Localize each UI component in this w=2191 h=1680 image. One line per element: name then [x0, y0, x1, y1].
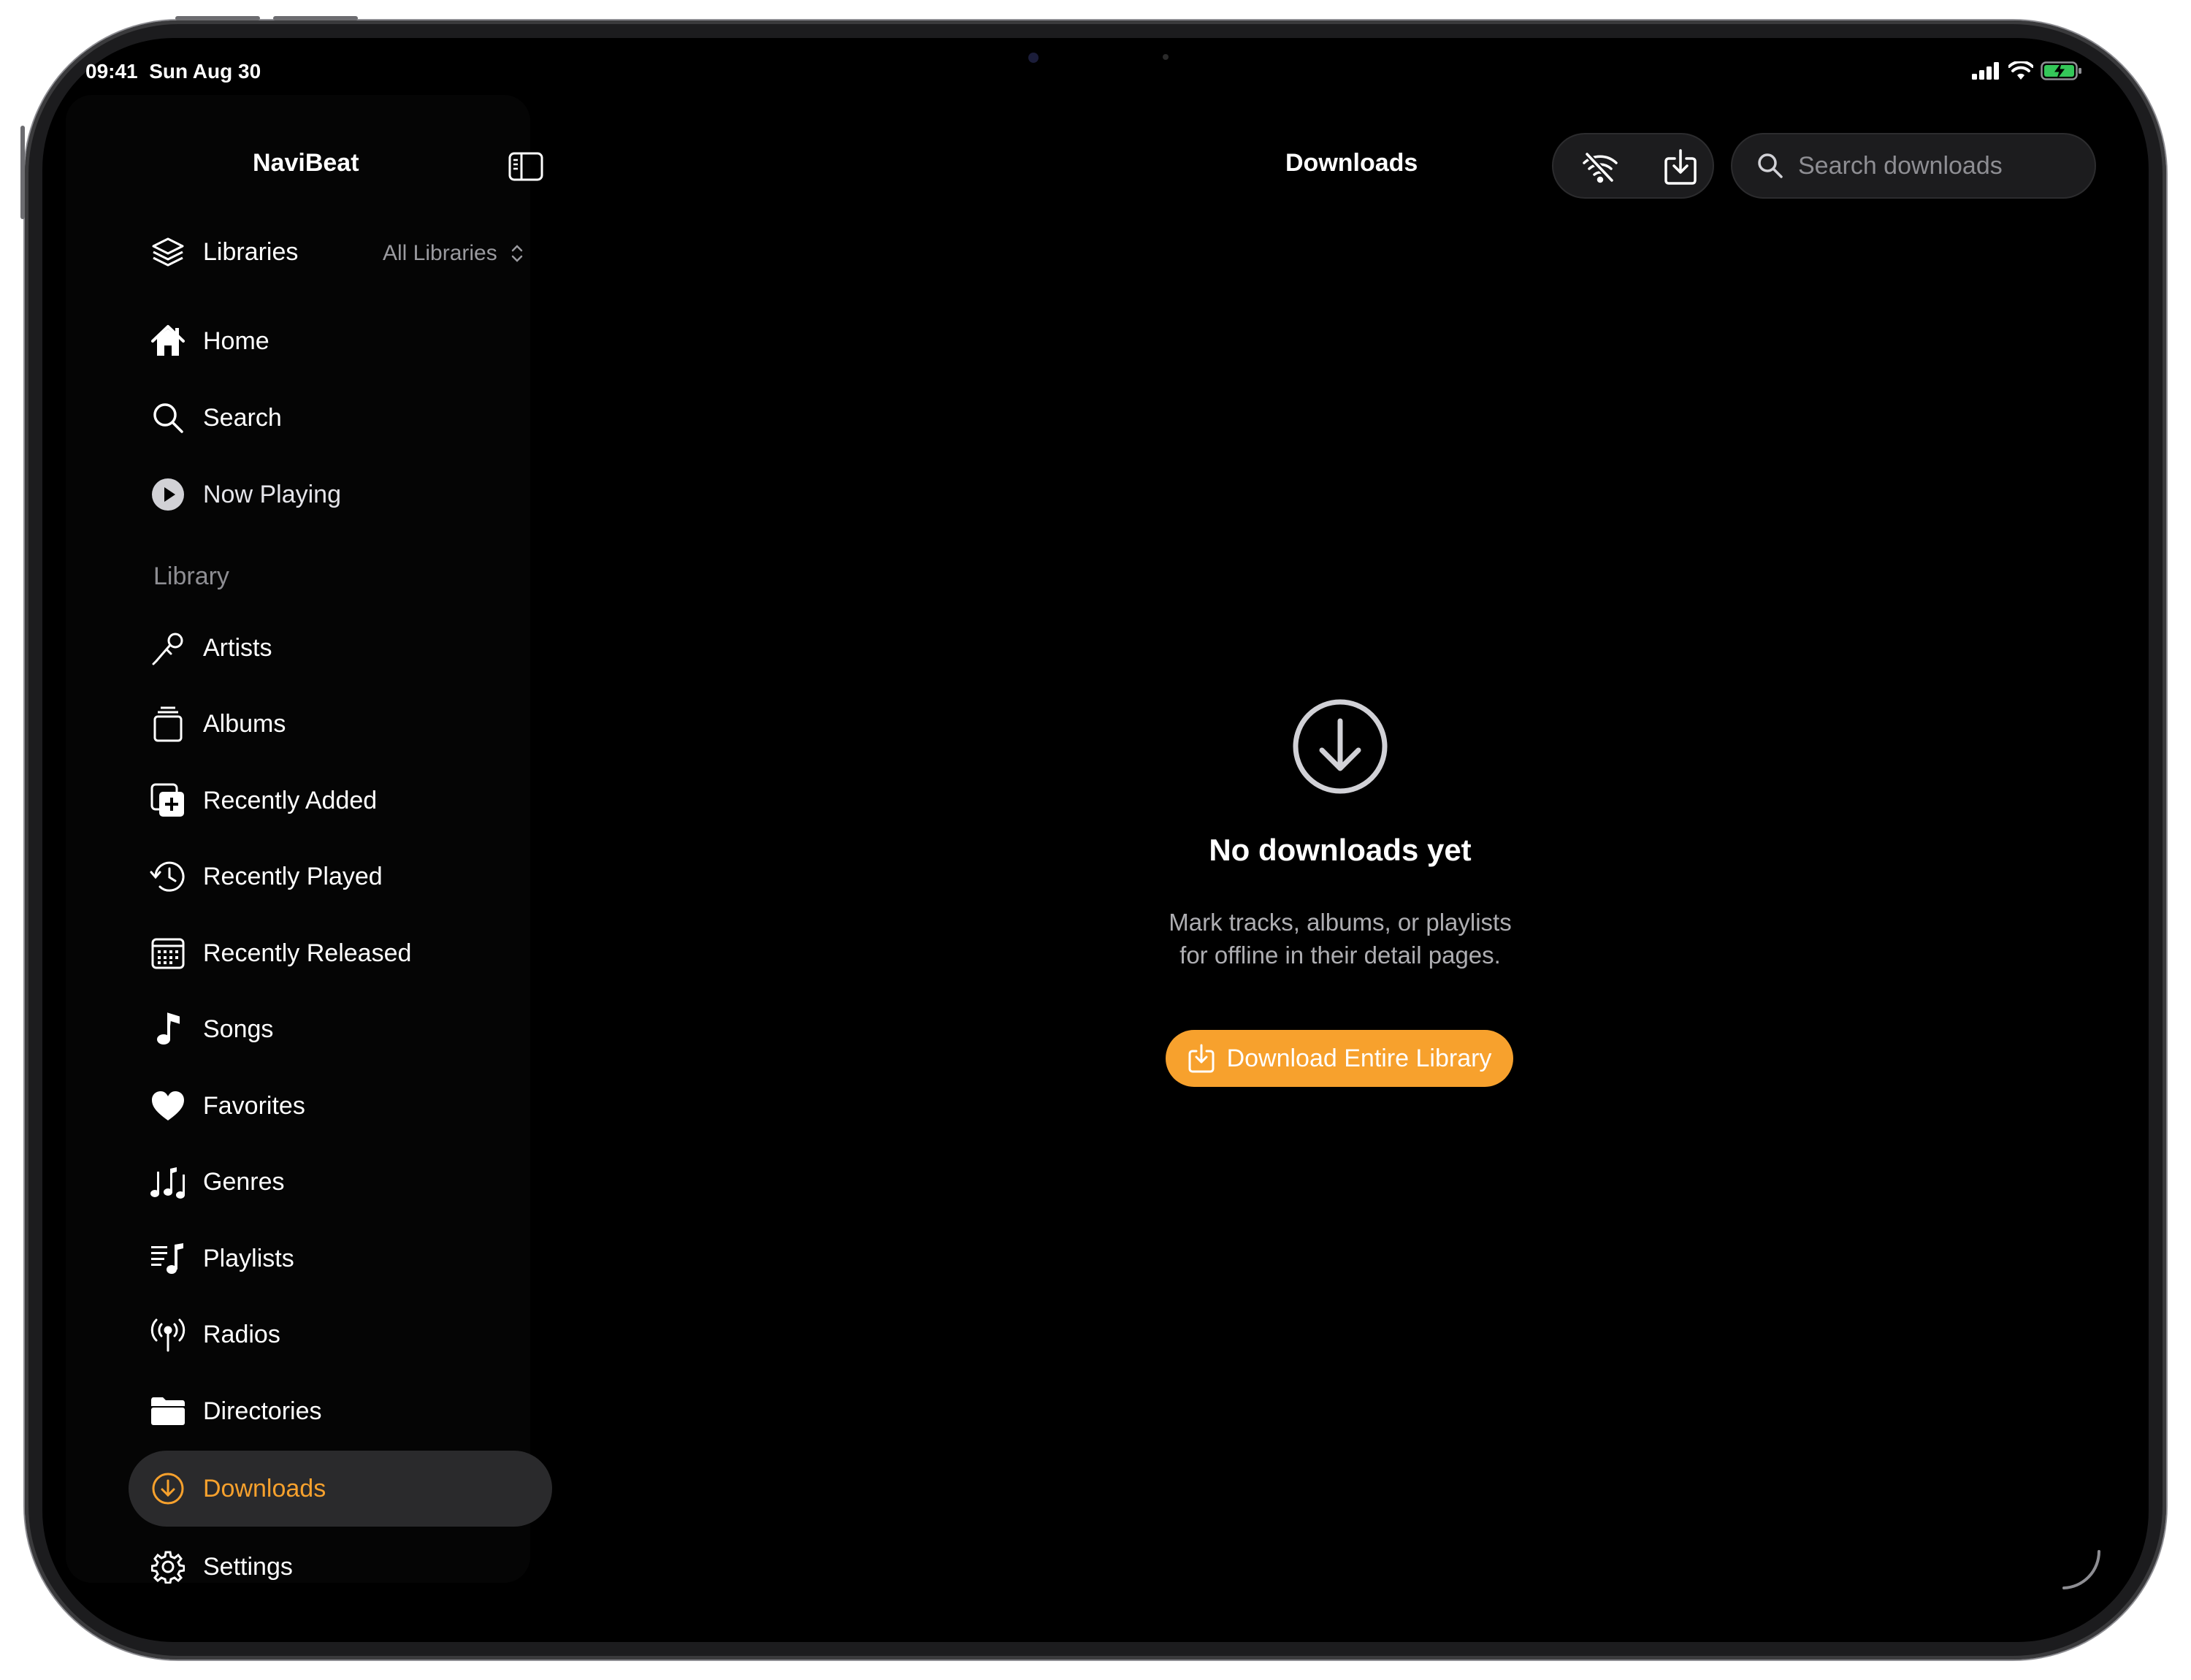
antenna-icon	[149, 1316, 187, 1353]
sidebar-item-label: Search	[203, 403, 282, 432]
magnifier-icon	[149, 399, 187, 437]
empty-state-description-line1: Mark tracks, albums, or playlists	[1169, 909, 1512, 936]
play-circle-icon	[149, 476, 187, 513]
sidebar-item-label: Radios	[203, 1320, 280, 1348]
top-button-2	[273, 16, 358, 20]
download-entire-library-label: Download Entire Library	[1226, 1044, 1492, 1072]
sidebar-item-label: Favorites	[203, 1091, 305, 1120]
music-note-icon	[149, 1010, 187, 1048]
sidebar-item-label: Songs	[203, 1015, 274, 1043]
empty-state-title: No downloads yet	[1209, 833, 1472, 867]
top-button-1	[175, 16, 260, 20]
music-notes-icon	[149, 1163, 187, 1201]
libraries-label: Libraries	[203, 237, 299, 266]
empty-state-description: Mark tracks, albums, or playlists for of…	[1052, 906, 1629, 971]
sidebar-item-recently-released[interactable]: Recently Released	[149, 928, 411, 979]
sidebar-item-downloads[interactable]: Downloads	[149, 1463, 326, 1514]
tray-download-icon	[1188, 1044, 1215, 1073]
album-stack-icon	[149, 705, 187, 743]
sidebar-item-label: Genres	[203, 1167, 285, 1196]
sidebar-clip: Settings	[102, 1532, 540, 1589]
download-circle-large-icon	[1293, 699, 1388, 794]
recently-added-icon	[149, 782, 187, 820]
wifi-icon	[2008, 61, 2033, 80]
sidebar-item-label: Artists	[203, 633, 272, 662]
house-icon	[149, 322, 187, 360]
battery-charging-icon	[2041, 61, 2081, 80]
empty-state-description-line2: for offline in their detail pages.	[1179, 942, 1501, 969]
download-entire-library-button[interactable]: Download Entire Library	[1166, 1030, 1513, 1087]
sidebar-item-label: Now Playing	[203, 480, 341, 508]
sidebar-item-home[interactable]: Home	[149, 316, 269, 367]
sidebar-item-label: Home	[203, 327, 269, 355]
tray-download-icon	[1664, 149, 1697, 185]
calendar-icon	[149, 934, 187, 972]
library-selector[interactable]: All Libraries	[383, 235, 527, 272]
sidebar-item-now-playing[interactable]: Now Playing	[149, 469, 341, 520]
sidebar-panel	[66, 95, 530, 1583]
sidebar-item-favorites[interactable]: Favorites	[149, 1080, 305, 1131]
search-input[interactable]	[1797, 150, 2084, 181]
sidebar-item-label: Playlists	[203, 1244, 294, 1272]
library-section-title: Library	[153, 562, 229, 590]
side-button	[20, 126, 25, 219]
download-circle-icon	[149, 1470, 187, 1508]
page-title: Downloads	[1285, 149, 1418, 177]
download-queue-button[interactable]	[1657, 144, 1704, 191]
sidebar-item-genres[interactable]: Genres	[149, 1156, 285, 1207]
heart-icon	[149, 1087, 187, 1125]
sidebar-item-albums[interactable]: Albums	[149, 698, 286, 749]
sidebar-item-playlists[interactable]: Playlists	[149, 1233, 294, 1284]
sidebar-item-label: Directories	[203, 1397, 322, 1425]
history-icon	[149, 858, 187, 896]
sidebar-item-directories[interactable]: Directories	[149, 1386, 321, 1437]
sidebar-item-songs[interactable]: Songs	[149, 1004, 273, 1055]
status-date: Sun Aug 30	[149, 60, 261, 83]
offline-toggle-button[interactable]	[1577, 144, 1624, 191]
sidebar-item-label: Settings	[203, 1552, 293, 1581]
chevron-updown-icon	[511, 245, 522, 262]
microphone-icon	[149, 629, 187, 667]
sidebar-item-recently-played[interactable]: Recently Played	[149, 851, 383, 902]
camera-dot	[1163, 54, 1169, 60]
search-field[interactable]	[1731, 133, 2096, 199]
sidebar-toggle-button[interactable]	[508, 152, 543, 181]
sidebar-item-radios[interactable]: Radios	[149, 1309, 280, 1360]
sidebar-item-label: Albums	[203, 709, 286, 738]
toolbar-pill	[1552, 133, 1714, 199]
sidebar-item-artists[interactable]: Artists	[149, 622, 272, 673]
sidebar-item-recently-added[interactable]: Recently Added	[149, 775, 377, 826]
status-time: 09:41 Sun Aug 30	[85, 60, 261, 83]
libraries-row[interactable]: Libraries	[149, 226, 298, 278]
layers-icon	[149, 233, 187, 271]
folder-icon	[149, 1392, 187, 1430]
sidebar-item-label: Recently Released	[203, 939, 412, 967]
sidebar-item-label: Recently Played	[203, 862, 383, 890]
corner-resize-indicator-icon	[2062, 1550, 2101, 1589]
status-icons	[1972, 61, 2083, 80]
sidebar-item-settings[interactable]: Settings	[149, 1541, 293, 1589]
sidebar-item-label: Recently Added	[203, 786, 378, 814]
gear-icon	[149, 1548, 187, 1586]
sidebar-toggle-icon	[508, 152, 543, 181]
app-title: NaviBeat	[253, 149, 359, 177]
camera-sensor	[1028, 53, 1039, 63]
search-icon	[1758, 153, 1783, 178]
sidebar-item-label: Downloads	[203, 1474, 326, 1503]
status-clock: 09:41	[85, 60, 138, 83]
cellular-signal-icon	[1972, 62, 1999, 80]
library-selector-value: All Libraries	[383, 241, 497, 265]
wifi-slash-icon	[1583, 151, 1618, 183]
sidebar-item-search[interactable]: Search	[149, 392, 282, 443]
playlist-icon	[149, 1240, 187, 1278]
